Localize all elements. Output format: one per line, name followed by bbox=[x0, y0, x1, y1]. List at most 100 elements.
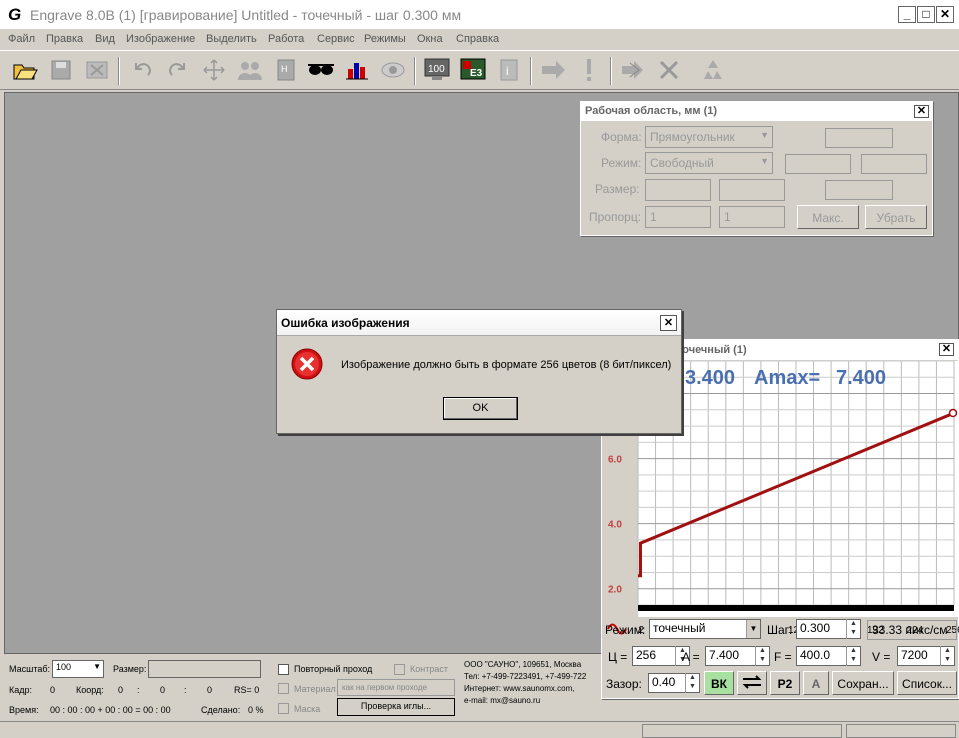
work-field-4[interactable] bbox=[825, 180, 893, 200]
step-label: Шаг: bbox=[767, 623, 793, 637]
company-line-3: Интернет: www.saunomx.com, bbox=[464, 684, 575, 693]
material-checkbox[interactable] bbox=[278, 683, 289, 694]
repeat-pass-label: Повторный проход bbox=[294, 664, 373, 674]
menu-windows[interactable]: Окна bbox=[417, 33, 443, 45]
menu-edit[interactable]: Правка bbox=[46, 33, 83, 45]
proportion-field-1[interactable]: 1 bbox=[645, 206, 711, 228]
mode-select[interactable]: точечный ▼ bbox=[649, 619, 761, 639]
move-icon[interactable] bbox=[199, 55, 229, 85]
exclamation-icon[interactable] bbox=[574, 55, 604, 85]
material-button[interactable]: как на первом проходе bbox=[337, 679, 455, 696]
forma-select[interactable]: Прямоугольник ▼ bbox=[645, 126, 773, 148]
info-icon[interactable]: i bbox=[494, 55, 524, 85]
svg-text:100: 100 bbox=[428, 64, 445, 75]
menu-bar: Файл Правка Вид Изображение Выделить Раб… bbox=[0, 31, 959, 49]
save-icon[interactable] bbox=[46, 55, 76, 85]
work-field-2[interactable] bbox=[785, 154, 851, 174]
repeat-pass-checkbox[interactable] bbox=[278, 664, 289, 675]
mask-checkbox[interactable] bbox=[278, 703, 289, 714]
bar-chart-icon[interactable] bbox=[342, 55, 372, 85]
status-pane-2 bbox=[846, 724, 956, 738]
size-width-field[interactable] bbox=[645, 179, 711, 201]
proportion-field-2[interactable]: 1 bbox=[719, 206, 785, 228]
time-value: 00 : 00 : 00 + 00 : 00 = 00 : 00 bbox=[50, 705, 171, 715]
company-line-4: e-mail: mx@sauno.ru bbox=[464, 696, 541, 705]
done-value: 0 % bbox=[248, 705, 264, 715]
menu-service[interactable]: Сервис bbox=[317, 33, 355, 45]
document-n-icon[interactable]: Н bbox=[271, 55, 301, 85]
proporc-label: Пропорц: bbox=[589, 210, 642, 224]
remove-button[interactable]: Убрать bbox=[865, 205, 927, 229]
window-title: Engrave 8.0В (1) [гравирование] Untitled… bbox=[30, 7, 462, 23]
toolbar: Н 100 E3 i bbox=[0, 50, 959, 90]
coord-label: Коорд: bbox=[76, 685, 104, 695]
rezhim-label: Режим: bbox=[601, 156, 642, 170]
minimize-button[interactable]: _ bbox=[898, 6, 916, 23]
mode-label: Режим: bbox=[605, 623, 646, 637]
amin-value: 3.400 bbox=[685, 367, 736, 389]
app-logo: G bbox=[8, 5, 22, 24]
maximize-button[interactable]: □ bbox=[917, 6, 935, 23]
max-button[interactable]: Макс. bbox=[797, 205, 859, 229]
menu-help[interactable]: Справка bbox=[456, 33, 499, 45]
menu-file[interactable]: Файл bbox=[8, 33, 35, 45]
rs-value: RS= 0 bbox=[234, 685, 260, 695]
mask-label: Маска bbox=[294, 704, 321, 714]
recycle-icon[interactable] bbox=[698, 55, 728, 85]
coord-x: 0 bbox=[118, 685, 124, 695]
scale-label: Масштаб: bbox=[9, 664, 51, 674]
work-area-close-icon[interactable]: ✕ bbox=[914, 105, 929, 118]
coord-y: 0 bbox=[160, 685, 166, 695]
contrast-checkbox[interactable] bbox=[394, 664, 405, 675]
time-label: Время: bbox=[9, 705, 39, 715]
pixels-per-cm: 33.33 пикс/см bbox=[867, 620, 957, 640]
contrast-label: Контраст bbox=[410, 664, 448, 674]
sunglasses-icon[interactable] bbox=[306, 55, 336, 85]
scale-select[interactable]: 100 ▼ bbox=[52, 660, 104, 678]
work-field-3[interactable] bbox=[861, 154, 927, 174]
work-field-1[interactable] bbox=[825, 128, 893, 148]
step-input[interactable]: 0.300 ▲ ▼ bbox=[796, 619, 861, 639]
double-arrow-icon[interactable] bbox=[618, 55, 648, 85]
dialog-close-icon[interactable]: ✕ bbox=[660, 315, 677, 331]
size-height-field[interactable] bbox=[719, 179, 785, 201]
work-area-panel: Рабочая область, мм (1) ✕ Форма: Прямоуго… bbox=[580, 101, 933, 236]
menu-view[interactable]: Вид bbox=[95, 33, 115, 45]
menu-modes[interactable]: Режимы bbox=[364, 33, 406, 45]
rezhim-select[interactable]: Свободный ▼ bbox=[645, 152, 773, 174]
amax-value: 7.400 bbox=[836, 367, 887, 389]
close-file-icon[interactable] bbox=[82, 55, 112, 85]
check-needle-button[interactable]: Проверка иглы... bbox=[337, 698, 455, 716]
svg-text:E3: E3 bbox=[470, 68, 483, 79]
done-label: Сделано: bbox=[201, 705, 241, 715]
menu-image[interactable]: Изображение bbox=[126, 33, 195, 45]
people-icon[interactable] bbox=[235, 55, 265, 85]
status-pane-1 bbox=[642, 724, 842, 738]
forma-label: Форма: bbox=[601, 130, 642, 144]
coord-z: 0 bbox=[207, 685, 213, 695]
size-label: Размер: bbox=[113, 664, 147, 674]
redo-icon[interactable] bbox=[163, 55, 193, 85]
menu-work[interactable]: Работа bbox=[268, 33, 304, 45]
eye-icon[interactable] bbox=[378, 55, 408, 85]
arrow-right-icon[interactable] bbox=[538, 55, 568, 85]
curve-close-icon[interactable]: ✕ bbox=[939, 343, 954, 356]
ok-button[interactable]: OK bbox=[443, 397, 518, 420]
undo-icon[interactable] bbox=[127, 55, 157, 85]
work-area-title: Рабочая область, мм (1) ✕ bbox=[581, 102, 932, 121]
title-bar: G Engrave 8.0В (1) [гравирование] Untitl… bbox=[0, 0, 959, 30]
open-folder-icon[interactable] bbox=[10, 55, 40, 85]
dialog-title-bar: Ошибка изображения ✕ bbox=[277, 310, 681, 336]
menu-select[interactable]: Выделить bbox=[206, 33, 257, 45]
monitor-100-icon[interactable]: 100 bbox=[422, 55, 452, 85]
dialog-message: Изображение должно быть в формате 256 цв… bbox=[341, 359, 672, 371]
x-axis-bar bbox=[638, 605, 954, 611]
svg-text:Н: Н bbox=[281, 64, 288, 74]
close-button[interactable]: ✕ bbox=[936, 6, 954, 23]
cancel-x-icon[interactable] bbox=[654, 55, 684, 85]
e3-icon[interactable]: E3 bbox=[458, 55, 488, 85]
material-label: Материал bbox=[294, 684, 336, 694]
status-area: Масштаб: 100 ▼ Размер: Кадр: 0 Коорд: 0 :… bbox=[0, 655, 959, 738]
y-tick-label: 6.0 bbox=[608, 455, 622, 466]
amax-label: Amax= bbox=[754, 367, 821, 389]
